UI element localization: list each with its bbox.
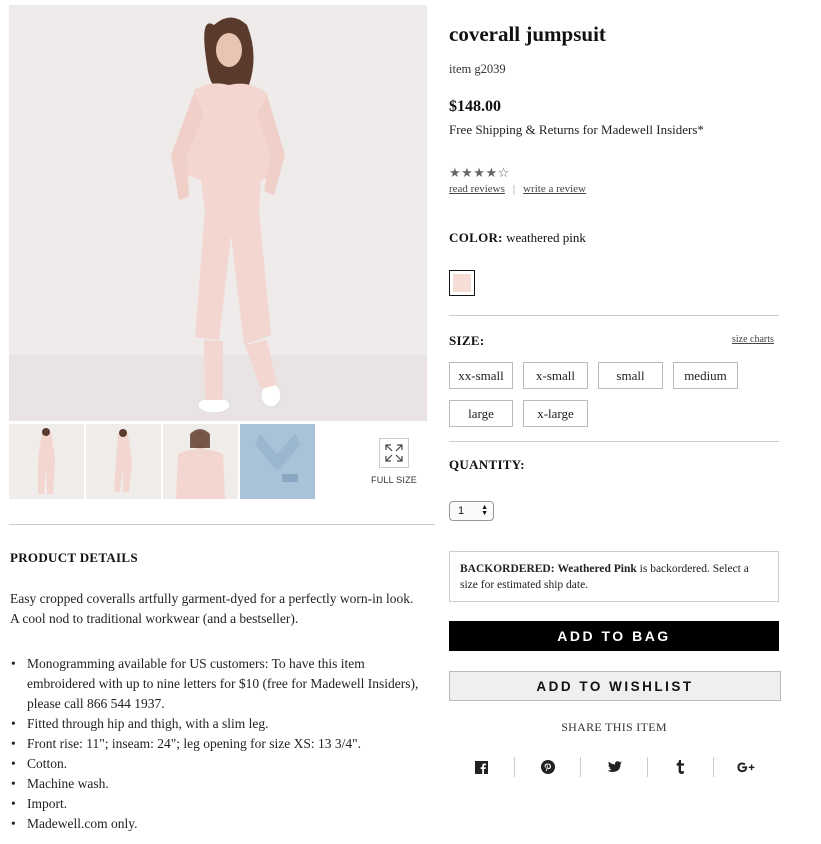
- facebook-icon[interactable]: [449, 756, 514, 778]
- share-label: SHARE THIS ITEM: [561, 720, 667, 734]
- quantity-label: QUANTITY:: [449, 457, 525, 472]
- thumbnail-closeup[interactable]: [163, 424, 238, 499]
- item-number: item g2039: [449, 62, 506, 76]
- shipping-note: Free Shipping & Returns for Madewell Ins…: [449, 122, 704, 137]
- color-label-key: COLOR:: [449, 230, 503, 245]
- twitter-icon[interactable]: [581, 756, 646, 778]
- tumblr-icon[interactable]: [648, 756, 713, 778]
- pinterest-icon[interactable]: [515, 756, 580, 778]
- add-to-bag-button[interactable]: ADD TO BAG: [449, 621, 779, 651]
- size-charts-link[interactable]: size charts: [732, 334, 774, 345]
- size-option-x-small[interactable]: x-small: [523, 362, 588, 389]
- product-details-list: Monogramming available for US customers:…: [10, 654, 430, 834]
- full-size-label: FULL SIZE: [371, 475, 417, 485]
- color-swatch-weathered-pink[interactable]: [449, 270, 475, 296]
- list-item: Front rise: 11"; inseam: 24"; leg openin…: [10, 734, 430, 754]
- stepper-arrows-icon: ▲ ▼: [481, 504, 488, 517]
- product-description: Easy cropped coveralls artfully garment-…: [10, 591, 414, 626]
- review-separator: |: [512, 183, 516, 195]
- size-option-medium[interactable]: medium: [673, 362, 738, 389]
- share-icons: [449, 756, 779, 778]
- product-details-heading: PRODUCT DETAILS: [10, 550, 138, 565]
- expand-icon: [379, 438, 409, 468]
- quantity-value: 1: [458, 505, 465, 517]
- product-main-image[interactable]: [9, 5, 427, 421]
- backorder-color: Weathered Pink: [557, 563, 637, 575]
- backorder-notice: BACKORDERED: Weathered Pink is backorder…: [449, 551, 779, 602]
- write-review-link[interactable]: write a review: [523, 183, 586, 195]
- size-option-small[interactable]: small: [598, 362, 663, 389]
- backorder-status: BACKORDERED:: [460, 563, 555, 575]
- list-item: Import.: [10, 794, 430, 814]
- size-option-x-large[interactable]: x-large: [523, 400, 588, 427]
- product-price: $148.00: [449, 98, 501, 115]
- list-item: Monogramming available for US customers:…: [10, 654, 430, 714]
- size-option-xx-small[interactable]: xx-small: [449, 362, 513, 389]
- list-item: Cotton.: [10, 754, 430, 774]
- list-item: Machine wash.: [10, 774, 430, 794]
- read-reviews-link[interactable]: read reviews: [449, 183, 505, 195]
- list-item: Fitted through hip and thigh, with a sli…: [10, 714, 430, 734]
- google-plus-icon[interactable]: [714, 756, 779, 778]
- star-rating: ★★★★☆: [449, 166, 510, 181]
- full-size-button[interactable]: FULL SIZE: [370, 438, 418, 485]
- quantity-select[interactable]: 1 ▲ ▼: [449, 501, 494, 521]
- divider: [9, 524, 435, 525]
- add-to-wishlist-button[interactable]: ADD TO WISHLIST: [449, 671, 781, 701]
- size-label: SIZE:: [449, 333, 485, 348]
- thumbnail-denim-detail[interactable]: [240, 424, 315, 499]
- color-value: weathered pink: [506, 230, 586, 245]
- divider: [449, 315, 779, 316]
- thumbnail-front[interactable]: [9, 424, 84, 499]
- list-item: Madewell.com only.: [10, 814, 430, 834]
- size-option-large[interactable]: large: [449, 400, 513, 427]
- review-links: read reviews | write a review: [449, 183, 586, 195]
- thumbnail-side[interactable]: [86, 424, 161, 499]
- divider: [449, 441, 779, 442]
- size-options: xx-small x-small small medium large x-la…: [449, 362, 749, 427]
- product-title: coverall jumpsuit: [449, 22, 606, 46]
- thumbnail-strip: [9, 424, 315, 499]
- color-label: COLOR: weathered pink: [449, 230, 586, 246]
